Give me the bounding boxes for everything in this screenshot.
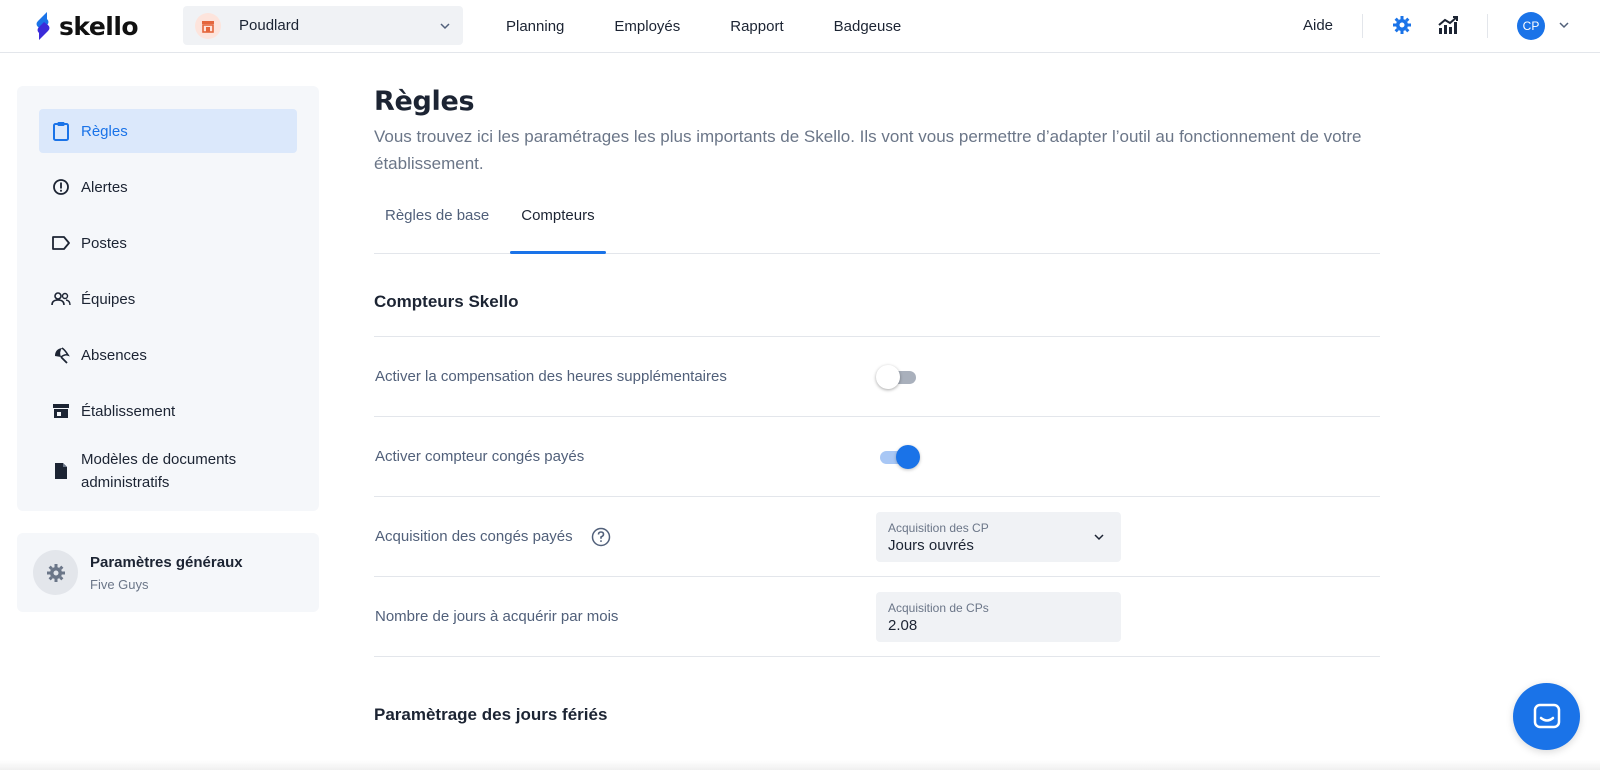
top-navbar: skello Poudlard Planning Employés Rappor… [0, 0, 1600, 53]
store-icon [195, 12, 221, 39]
setting-label: Acquisition des congés payés [375, 528, 573, 545]
help-icon[interactable] [590, 526, 612, 548]
settings-gear-icon[interactable] [1390, 13, 1414, 37]
clipboard-icon [51, 121, 71, 141]
field-value: Jours ouvrés [888, 537, 974, 554]
alert-circle-icon [51, 177, 71, 197]
skello-logo-icon [36, 12, 50, 40]
chevron-down-icon [1094, 534, 1104, 541]
chevron-down-icon [440, 22, 450, 29]
document-icon [51, 461, 71, 481]
sidebar-item-etablissement[interactable]: Établissement [39, 389, 297, 433]
bottom-shadow [0, 760, 1600, 770]
sidebar-item-label: Alertes [81, 178, 128, 196]
chat-support-button[interactable] [1513, 683, 1580, 750]
sidebar-item-label: Modèles de documents administratifs [81, 451, 237, 491]
tag-icon [51, 233, 71, 253]
general-settings-subtitle: Five Guys [90, 576, 149, 592]
chevron-down-icon[interactable] [1552, 13, 1576, 37]
setting-label: Activer la compensation des heures suppl… [375, 368, 727, 385]
paid-leave-counter-toggle[interactable] [876, 445, 920, 469]
settings-list: Activer la compensation des heures suppl… [374, 336, 1380, 657]
settings-sidebar: Règles Alertes Postes Équipes Absences É… [17, 86, 319, 511]
tab-regles-de-base[interactable]: Règles de base [374, 194, 500, 253]
sidebar-item-modeles-documents[interactable]: Modèles de documents administratifs [39, 445, 297, 497]
shop-name: Poudlard [239, 17, 300, 34]
paid-leave-acquisition-select[interactable]: Acquisition des CP Jours ouvrés [876, 512, 1121, 562]
skello-logo[interactable]: skello [33, 10, 139, 42]
nav-badgeuse[interactable]: Badgeuse [834, 18, 902, 35]
field-label: Acquisition de CPs [888, 601, 989, 615]
sidebar-item-postes[interactable]: Postes [39, 221, 297, 265]
chat-icon [1533, 703, 1560, 728]
sidebar-item-absences[interactable]: Absences [39, 333, 297, 377]
gear-icon [33, 550, 78, 595]
field-value: 2.08 [888, 617, 918, 634]
beach-umbrella-icon [51, 345, 71, 365]
setting-label: Nombre de jours à acquérir par mois [375, 608, 619, 625]
divider [1487, 14, 1488, 38]
general-settings-title: Paramètres généraux [90, 553, 243, 571]
sidebar-item-label: Postes [81, 234, 127, 252]
page-title: Règles [374, 86, 475, 117]
setting-label: Activer compteur congés payés [375, 448, 585, 465]
sidebar-item-label: Règles [81, 122, 128, 140]
tabs: Règles de base Compteurs [374, 194, 1380, 254]
page-description: Vous trouvez ici les paramétrages les pl… [374, 127, 1362, 173]
field-label: Acquisition des CP [888, 521, 989, 535]
tab-compteurs[interactable]: Compteurs [510, 194, 606, 254]
sidebar-item-label: Équipes [81, 290, 136, 308]
sidebar-item-label: Absences [81, 346, 147, 364]
store-icon [51, 401, 71, 421]
setting-row: Activer compteur congés payés [374, 417, 1380, 497]
main-nav: Planning Employés Rapport Badgeuse [506, 0, 951, 53]
nav-planning[interactable]: Planning [506, 18, 564, 35]
user-avatar[interactable]: CP [1517, 12, 1545, 40]
setting-row: Nombre de jours à acquérir par mois Acqu… [374, 577, 1380, 657]
logo-text: skello [59, 11, 139, 41]
main-content: Règles Vous trouvez ici les paramétrages… [374, 86, 1380, 725]
section-title: Compteurs Skello [374, 292, 519, 311]
setting-row: Activer la compensation des heures suppl… [374, 337, 1380, 417]
sidebar-item-alertes[interactable]: Alertes [39, 165, 297, 209]
general-settings-card[interactable]: Paramètres généraux Five Guys [17, 533, 319, 612]
setting-row: Acquisition des congés payés Acquisition… [374, 497, 1380, 577]
help-link[interactable]: Aide [1303, 17, 1333, 34]
sidebar-item-regles[interactable]: Règles [39, 109, 297, 153]
nav-rapport[interactable]: Rapport [730, 18, 783, 35]
analytics-chart-icon[interactable] [1436, 13, 1460, 37]
users-icon [51, 289, 71, 309]
sidebar-item-equipes[interactable]: Équipes [39, 277, 297, 321]
section-title-holidays: Paramètrage des jours fériés [374, 705, 608, 724]
sidebar-item-label: Établissement [81, 402, 176, 420]
divider [1362, 14, 1363, 38]
shop-selector[interactable]: Poudlard [183, 6, 463, 45]
overtime-compensation-toggle[interactable] [876, 365, 918, 389]
nav-employes[interactable]: Employés [614, 18, 680, 35]
days-per-month-input[interactable]: Acquisition de CPs 2.08 [876, 592, 1121, 642]
